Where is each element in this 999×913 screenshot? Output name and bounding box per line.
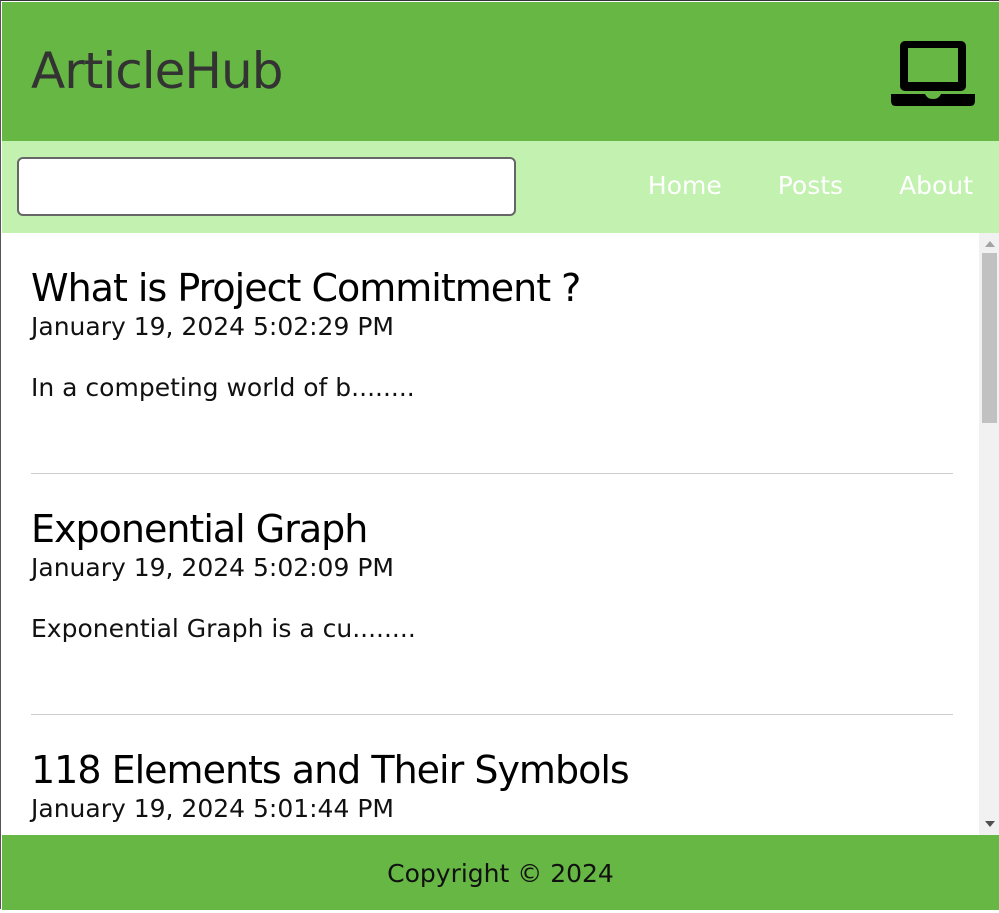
post-list: What is Project Commitment ? January 19,… <box>2 233 979 835</box>
page-frame: ArticleHub Home Posts About What is Proj… <box>0 0 999 910</box>
post-date: January 19, 2024 5:02:09 PM <box>31 553 394 582</box>
header: ArticleHub <box>2 2 999 141</box>
post-item[interactable]: 118 Elements and Their Symbols January 1… <box>31 715 953 835</box>
nav-link-home[interactable]: Home <box>648 171 722 200</box>
nav-link-about[interactable]: About <box>899 171 973 200</box>
post-date: January 19, 2024 5:02:29 PM <box>31 312 394 341</box>
post-date: January 19, 2024 5:01:44 PM <box>31 794 394 823</box>
post-title[interactable]: 118 Elements and Their Symbols <box>31 748 953 792</box>
nav-link-posts[interactable]: Posts <box>778 171 843 200</box>
scrollbar[interactable] <box>979 233 999 835</box>
nav-bar: Home Posts About <box>2 141 999 233</box>
laptop-icon <box>891 41 975 106</box>
scroll-down-arrow-icon[interactable] <box>985 821 995 827</box>
post-title[interactable]: Exponential Graph <box>31 507 953 551</box>
scroll-up-arrow-icon[interactable] <box>985 241 995 247</box>
post-excerpt: Exponential Graph is a cu........ <box>31 614 416 643</box>
footer: Copyright © 2024 <box>2 835 999 910</box>
post-item[interactable]: What is Project Commitment ? January 19,… <box>31 233 953 474</box>
search-input[interactable] <box>17 157 516 216</box>
copyright-text: Copyright © 2024 <box>387 859 614 888</box>
logo[interactable]: ArticleHub <box>31 42 283 100</box>
post-excerpt: In a competing world of b........ <box>31 373 415 402</box>
scrollbar-thumb[interactable] <box>982 253 997 423</box>
post-item[interactable]: Exponential Graph January 19, 2024 5:02:… <box>31 474 953 715</box>
post-title[interactable]: What is Project Commitment ? <box>31 266 953 310</box>
